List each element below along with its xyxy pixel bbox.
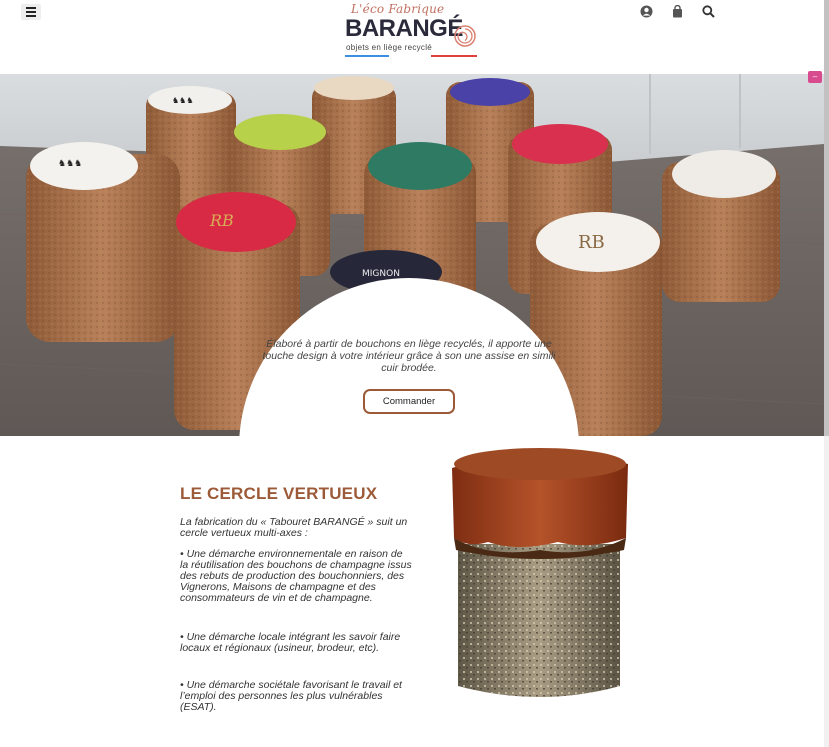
- bullet-environmental: • Une démarche environnementale en raiso…: [180, 548, 412, 604]
- shopping-bag-icon[interactable]: [672, 5, 683, 18]
- logo-tagline: objets en liège recyclé: [346, 43, 433, 52]
- hamburger-menu-icon[interactable]: [21, 4, 41, 20]
- svg-text:RB: RB: [209, 211, 234, 230]
- section-title: LE CERCLE VERTUEUX: [180, 484, 378, 503]
- side-widget-tab[interactable]: –: [808, 71, 822, 83]
- svg-text:♞♞♞: ♞♞♞: [58, 159, 82, 169]
- site-header: L'éco Fabrique BARANGÉ objets en liège r…: [0, 0, 829, 74]
- logo-blue-bar: [345, 55, 389, 57]
- search-icon[interactable]: [702, 5, 715, 18]
- cork-stool-cutaway-image: [452, 448, 628, 697]
- site-logo[interactable]: L'éco Fabrique BARANGÉ objets en liège r…: [343, 2, 483, 60]
- logo-red-bar: [431, 55, 477, 57]
- svg-text:RB: RB: [578, 232, 605, 253]
- page-scrollbar[interactable]: [824, 0, 829, 747]
- bullet-local: • Une démarche locale intégrant les savo…: [180, 631, 401, 654]
- logo-script-text: L'éco Fabrique: [351, 2, 445, 16]
- hero-banner: ♞♞♞ ♞♞♞ RB RB MIGNON Élaboré à partir de…: [0, 74, 824, 436]
- order-button[interactable]: Commander: [363, 389, 455, 414]
- account-icon[interactable]: [640, 5, 653, 18]
- logo-brand: BARANGÉ: [345, 15, 463, 42]
- section-intro: La fabrication du « Tabouret BARANGÉ » s…: [180, 516, 408, 539]
- hero-description: Élaboré à partir de bouchons en liège re…: [262, 338, 556, 374]
- header-icons: [640, 5, 715, 18]
- svg-text:♞♞♞: ♞♞♞: [172, 96, 194, 105]
- bullet-social: • Une démarche sociétale favorisant le t…: [180, 679, 402, 713]
- logo-swirl-icon: [454, 25, 476, 47]
- scrollbar-thumb[interactable]: [824, 0, 829, 436]
- svg-text:MIGNON: MIGNON: [362, 269, 400, 279]
